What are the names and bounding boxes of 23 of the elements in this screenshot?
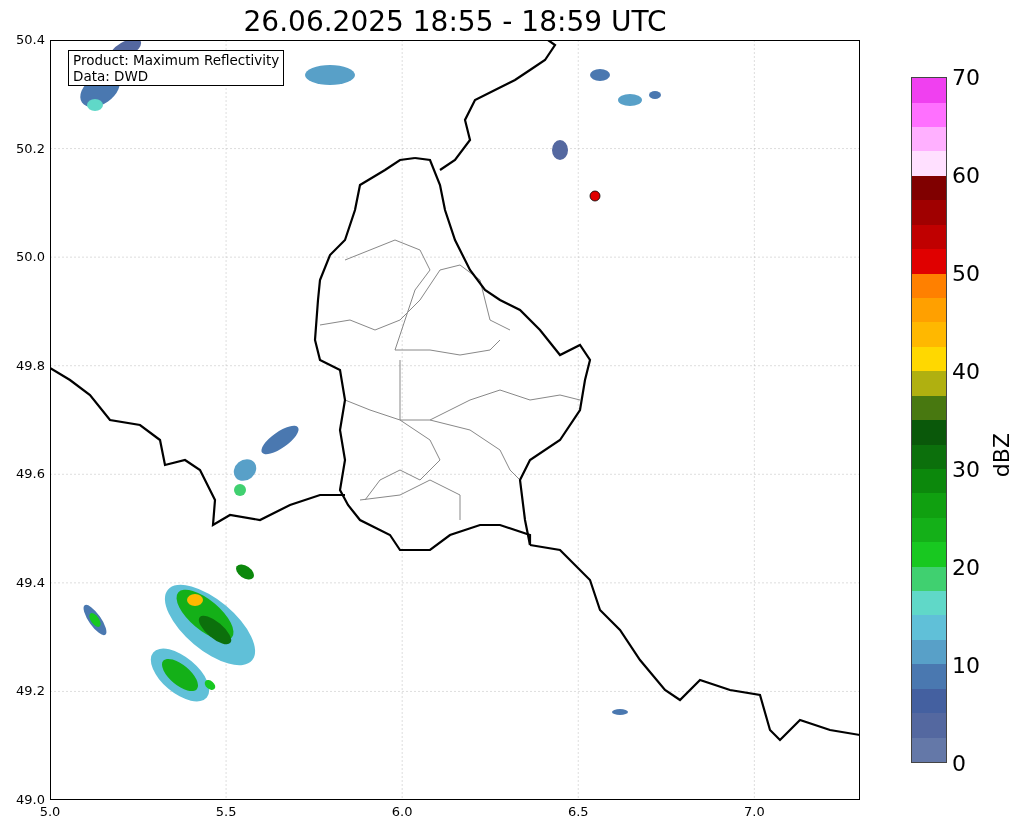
colorbar-tick-label: 20: [952, 556, 980, 580]
x-tick-label: 5.5: [215, 803, 237, 821]
colorbar-tick-label: 60: [952, 164, 980, 188]
colorbar-tick-label: 50: [952, 262, 980, 286]
colorbar-tick-label: 0: [952, 752, 966, 776]
y-tick-label: 50.4: [16, 31, 45, 50]
y-tick-label: 49.6: [16, 465, 45, 484]
colorbar-tick-label: 40: [952, 360, 980, 384]
chart-title: 26.06.2025 18:55 - 18:59 UTC: [243, 4, 667, 40]
x-tick-label: 7.0: [744, 803, 765, 821]
x-tick-label: 6.5: [567, 803, 589, 821]
colorbar-label: dBZ: [989, 433, 1015, 478]
info-text: Data: DWD: [73, 68, 150, 84]
colorbar-tick-label: 30: [952, 458, 980, 482]
y-tick-label: 50.0: [16, 248, 45, 267]
y-tick-label: 50.2: [16, 139, 45, 158]
colorbar-tick-label: 70: [952, 66, 980, 90]
info-text: Product: Maximum Reflectivity: [73, 52, 280, 68]
x-tick-label: 6.0: [391, 803, 413, 821]
y-tick-label: 49.2: [16, 682, 45, 701]
y-tick-label: 49.8: [16, 356, 45, 375]
colorbar-tick-label: 10: [952, 654, 980, 678]
y-tick-label: 49.4: [16, 574, 45, 593]
